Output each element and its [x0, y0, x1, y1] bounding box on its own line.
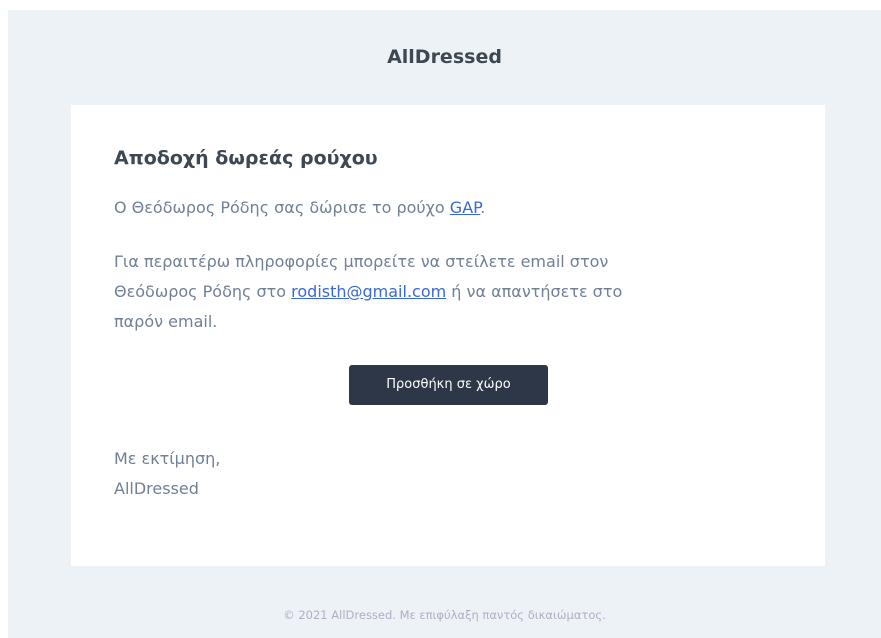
email-heading: Αποδοχή δωρεάς ρούχου [114, 147, 378, 169]
contact-info: Για περαιτέρω πληροφορίες μπορείτε να στ… [114, 247, 754, 337]
donation-message-end: . [480, 198, 486, 217]
contact-line-1: Για περαιτέρω πληροφορίες μπορείτε να στ… [114, 252, 609, 271]
email-page: AllDressed Αποδοχή δωρεάς ρούχου Ο Θεόδω… [8, 10, 881, 638]
email-address-link[interactable]: rodisth@gmail.com [291, 282, 446, 301]
donation-message-text: Ο Θεόδωρος Ρόδης σας δώρισε το ρούχο [114, 198, 450, 217]
donation-message: Ο Θεόδωρος Ρόδης σας δώρισε το ρούχο GAP… [114, 193, 754, 223]
contact-line-3: παρόν email. [114, 312, 218, 331]
garment-link[interactable]: GAP [450, 198, 481, 217]
email-signoff: Με εκτίμηση, AllDressed [114, 444, 754, 504]
contact-line-2: Θεόδωρος Ρόδης στο rodisth@gmail.com ή ν… [114, 277, 754, 307]
email-footer: © 2021 AllDressed. Με επιφύλαξη παντός δ… [283, 608, 606, 622]
contact-line-2-end: ή να απαντήσετε στο [446, 282, 623, 301]
signature-text: AllDressed [114, 479, 199, 498]
closing-text: Με εκτίμηση, [114, 449, 221, 468]
add-to-space-button[interactable]: Προσθήκη σε χώρο [349, 365, 548, 405]
contact-line-2-start: Θεόδωρος Ρόδης στο [114, 282, 292, 301]
email-header: AllDressed [8, 46, 881, 68]
email-body-card: Αποδοχή δωρεάς ρούχου Ο Θεόδωρος Ρόδης σ… [71, 105, 825, 566]
brand-link[interactable]: AllDressed [387, 46, 502, 68]
